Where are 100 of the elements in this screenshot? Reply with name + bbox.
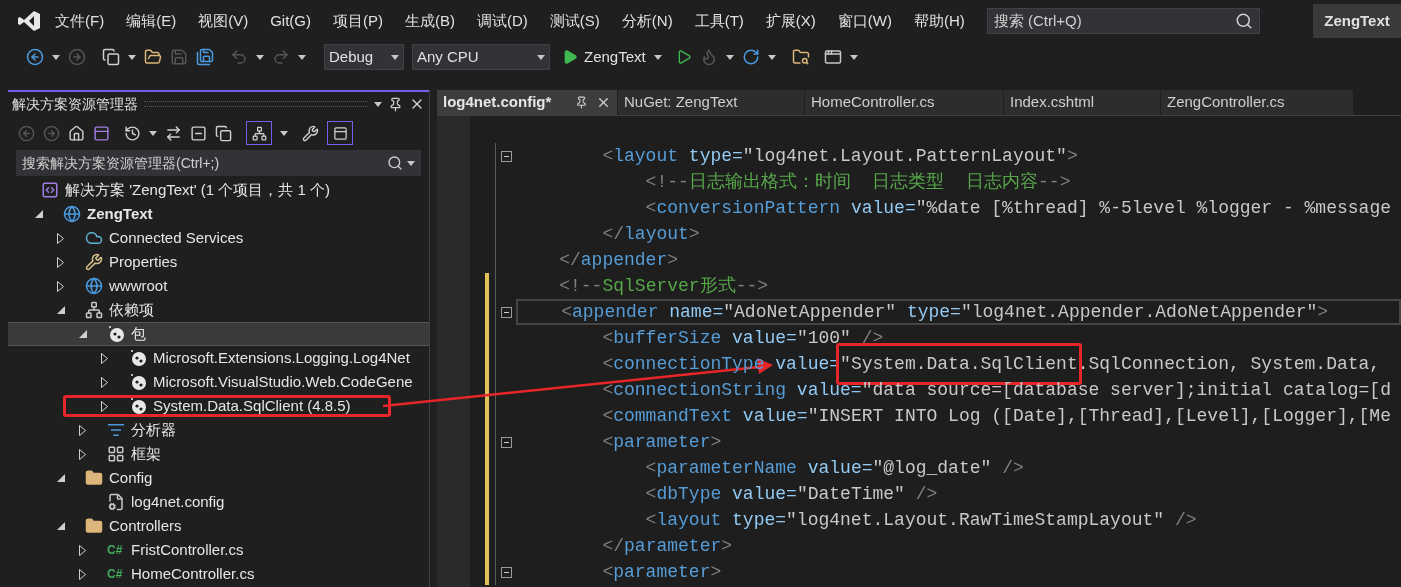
code-line: <!--SqlServer形式--> xyxy=(558,275,770,298)
tree-item[interactable]: 解决方案 'ZengText' (1 个项目，共 1 个) xyxy=(13,178,330,202)
app-logo-icon xyxy=(17,10,41,32)
open-folder-icon[interactable] xyxy=(144,48,162,66)
dropdown-caret-icon[interactable] xyxy=(391,54,399,60)
menu-item[interactable]: 分析(N) xyxy=(621,9,673,33)
fold-toggle-icon[interactable] xyxy=(500,150,512,162)
csharp-icon: C# xyxy=(107,541,125,559)
menu-item[interactable]: 生成(B) xyxy=(405,9,455,33)
platform-dropdown[interactable]: Any CPU xyxy=(412,44,550,70)
menu-item[interactable]: Git(G) xyxy=(270,9,311,33)
tree-item[interactable]: C# HomeController.cs xyxy=(79,562,255,586)
expand-arrow-icon[interactable] xyxy=(57,280,64,292)
caret-icon[interactable] xyxy=(407,160,415,166)
expand-arrow-icon[interactable] xyxy=(101,400,108,412)
code-line: <conversionPattern value="%date [%thread] %-5level %logger - %message xyxy=(644,197,1392,220)
home-icon[interactable] xyxy=(68,124,85,142)
pin-icon[interactable] xyxy=(575,96,588,109)
pin-icon[interactable] xyxy=(388,96,403,112)
caret-icon[interactable] xyxy=(767,54,776,60)
menu-item[interactable]: 视图(V) xyxy=(198,9,249,33)
caret-icon[interactable] xyxy=(256,54,264,60)
expand-arrow-icon[interactable] xyxy=(79,448,86,460)
editor-tab[interactable]: ZengController.cs xyxy=(1161,90,1353,115)
copy-icon[interactable] xyxy=(215,124,232,142)
sync-icon[interactable] xyxy=(165,124,182,142)
cloud-icon xyxy=(85,229,103,247)
collapse-all-icon[interactable] xyxy=(190,124,207,142)
tree-item[interactable]: Properties xyxy=(57,250,178,274)
back-icon[interactable] xyxy=(26,48,44,66)
tree-item[interactable]: C# FristController.cs xyxy=(79,538,244,562)
tree-item[interactable]: wwwroot xyxy=(57,274,168,298)
menu-item[interactable]: 帮助(H) xyxy=(913,9,965,33)
expand-arrow-icon[interactable] xyxy=(79,424,86,436)
menu-item[interactable]: 项目(P) xyxy=(333,9,383,33)
tree-item[interactable]: Controllers xyxy=(57,514,182,538)
menu-item[interactable]: 编辑(E) xyxy=(126,9,177,33)
dropdown-caret-icon[interactable] xyxy=(537,54,545,60)
refresh-icon[interactable] xyxy=(741,48,760,66)
expand-arrow-icon[interactable] xyxy=(101,352,108,364)
editor-tab[interactable]: NuGet: ZengText xyxy=(618,90,804,115)
menu-item[interactable]: 测试(S) xyxy=(549,9,600,33)
expand-arrow-icon[interactable] xyxy=(101,376,108,388)
folder-icon xyxy=(85,469,103,487)
switch-views-icon[interactable] xyxy=(93,124,110,142)
menu-item[interactable]: 文件(F) xyxy=(55,9,105,33)
tree-item[interactable]: 框架 xyxy=(79,442,161,466)
tree-item[interactable]: ZengText xyxy=(35,202,153,226)
expand-arrow-icon[interactable] xyxy=(57,232,64,244)
show-all-files-button[interactable] xyxy=(246,121,272,145)
package-icon xyxy=(129,349,147,367)
tree-item[interactable]: log4net.config xyxy=(79,490,225,514)
caret-icon[interactable] xyxy=(128,54,136,60)
preview-button[interactable] xyxy=(327,121,353,145)
fold-toggle-icon[interactable] xyxy=(500,306,512,318)
caret-icon[interactable] xyxy=(280,130,288,136)
tree-item[interactable]: Connected Services xyxy=(57,226,244,250)
fold-toggle-icon[interactable] xyxy=(500,566,512,578)
editor-tab[interactable]: log4net.config* xyxy=(437,90,617,115)
menu-item[interactable]: 工具(T) xyxy=(694,9,744,33)
save-all-icon[interactable] xyxy=(196,48,214,66)
expand-arrow-icon[interactable] xyxy=(57,256,64,268)
search-field[interactable]: 搜索解决方案资源管理器(Ctrl+;) xyxy=(16,150,421,176)
collapse-arrow-icon[interactable] xyxy=(57,474,65,482)
tree-item[interactable]: Config xyxy=(57,466,153,490)
menu-item[interactable]: 窗口(W) xyxy=(837,9,892,33)
folder-icon xyxy=(85,517,103,535)
search-field[interactable]: 搜索 (Ctrl+Q) xyxy=(986,8,1260,34)
tree-item[interactable]: 依赖项 xyxy=(57,298,154,322)
caret-icon[interactable] xyxy=(149,130,157,136)
caret-icon[interactable] xyxy=(849,54,858,60)
close-icon[interactable] xyxy=(596,95,611,110)
tree-item[interactable]: Microsoft.Extensions.Logging.Log4Net xyxy=(101,346,410,370)
menu-item[interactable]: 调试(D) xyxy=(477,9,528,33)
menu-item[interactable]: 扩展(X) xyxy=(765,9,816,33)
configuration-dropdown[interactable]: Debug xyxy=(324,44,404,70)
collapse-arrow-icon[interactable] xyxy=(57,522,65,530)
csharp-icon: C# xyxy=(107,565,125,583)
collapse-arrow-icon[interactable] xyxy=(57,306,65,314)
tree-item[interactable]: Microsoft.VisualStudio.Web.CodeGene xyxy=(101,370,413,394)
tree-item[interactable]: 包 xyxy=(79,322,146,346)
tree-item[interactable]: System.Data.SqlClient (4.8.5) xyxy=(101,394,351,418)
editor-tab[interactable]: HomeController.cs xyxy=(805,90,1003,115)
caret-icon[interactable] xyxy=(52,54,60,60)
preview-icon xyxy=(332,125,348,141)
code-line: <parameter> xyxy=(601,431,723,454)
caret-icon[interactable] xyxy=(725,54,734,60)
expand-arrow-icon[interactable] xyxy=(79,568,86,580)
caret-icon[interactable] xyxy=(374,101,382,107)
caret-icon[interactable] xyxy=(653,54,662,60)
tree-item[interactable]: 分析器 xyxy=(79,418,176,442)
start-button[interactable]: ZengText xyxy=(562,45,646,69)
collapse-arrow-icon[interactable] xyxy=(35,210,43,218)
collapse-arrow-icon[interactable] xyxy=(79,330,87,338)
caret-icon[interactable] xyxy=(298,54,306,60)
expand-arrow-icon[interactable] xyxy=(79,544,86,556)
editor-tab[interactable]: Index.cshtml xyxy=(1004,90,1160,115)
solution-icon xyxy=(41,181,59,199)
fold-toggle-icon[interactable] xyxy=(500,436,512,448)
code-line: </parameter> xyxy=(601,535,734,558)
